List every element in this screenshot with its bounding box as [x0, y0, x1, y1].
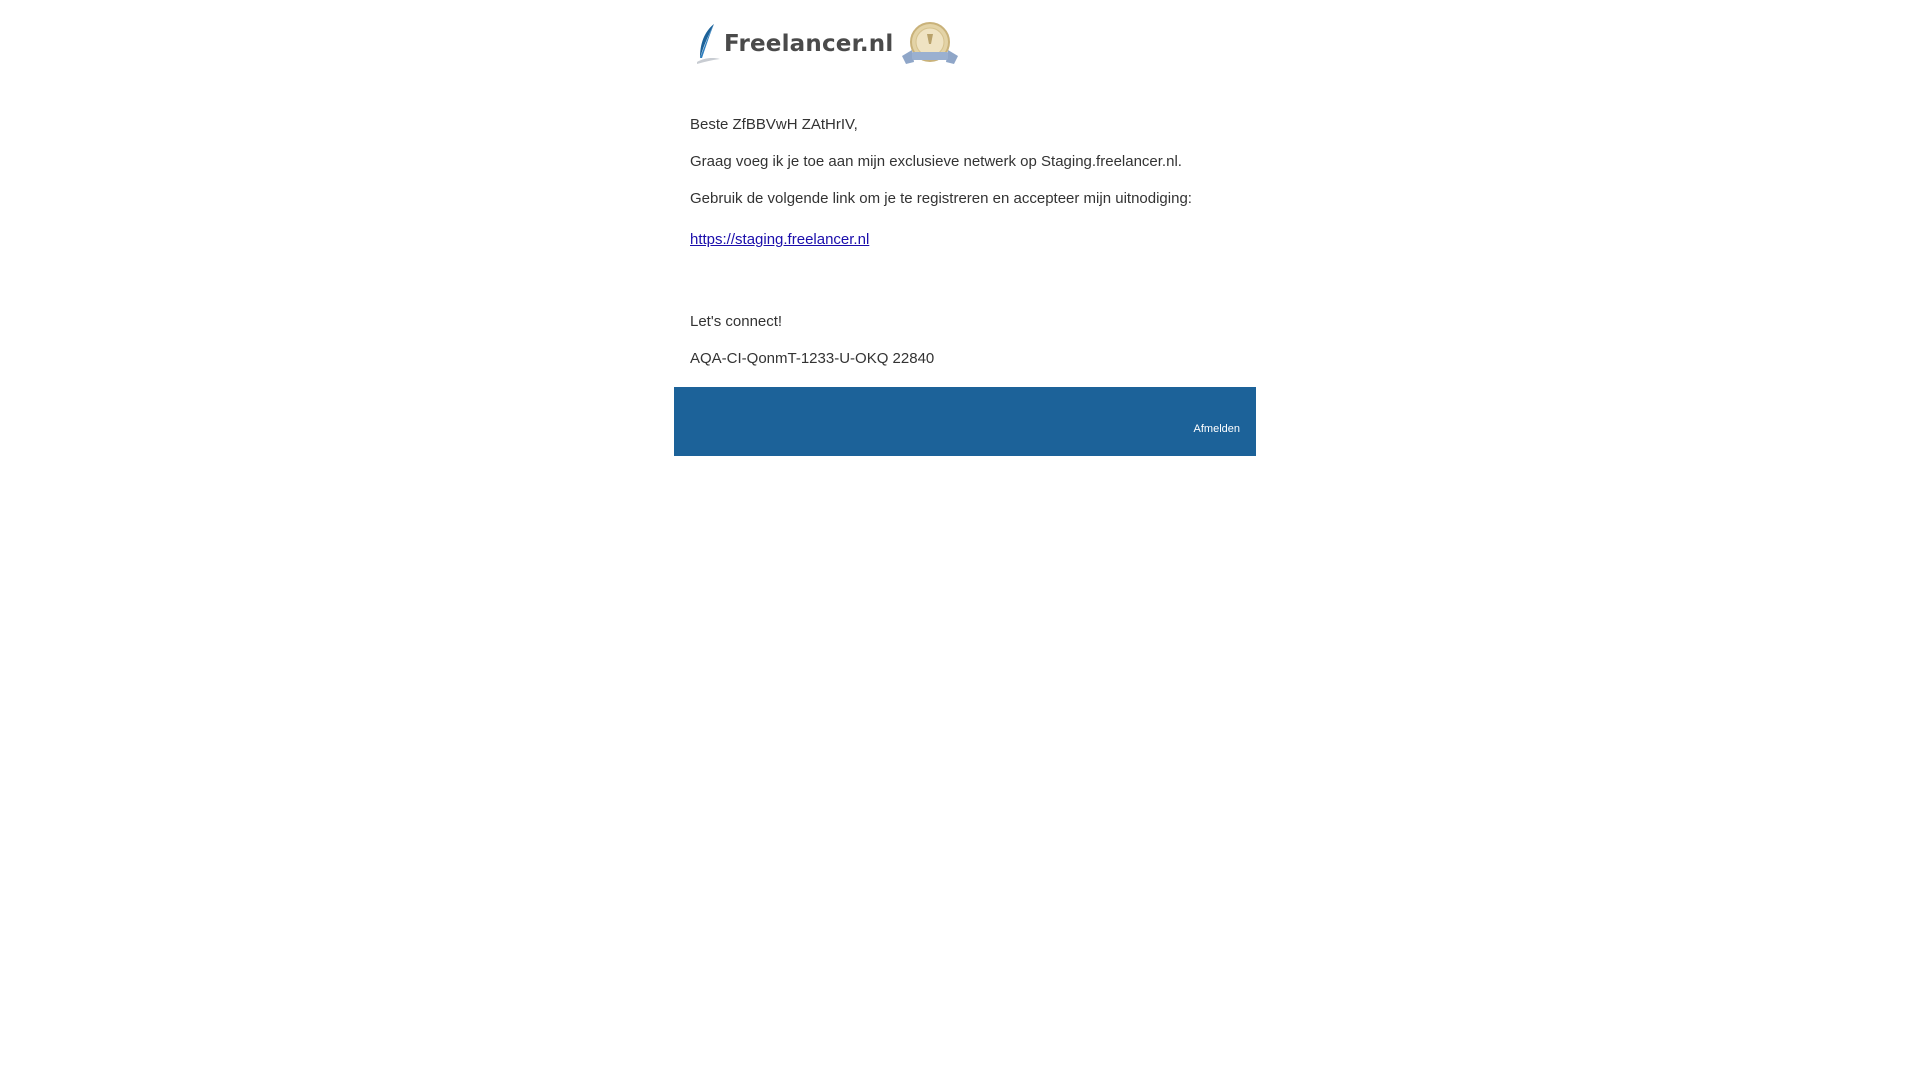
greeting-text: Beste ZfBBVwH ZAtHrIV, [690, 116, 858, 133]
freelancer-logo[interactable]: Freelancer.nl [694, 22, 893, 66]
instruction-text: Gebruik de volgende link om je te regist… [690, 190, 1192, 207]
email-header: Freelancer.nl [674, 0, 1256, 88]
quill-icon [697, 24, 720, 64]
email-footer: Afmelden [674, 387, 1256, 456]
closing-text: Let's connect! [690, 313, 783, 330]
logo-wordmark: Freelancer.nl [724, 31, 894, 57]
signature-text: AQA-CI-QonmT-1233-U-OKQ 22840 [690, 350, 935, 367]
email-container: Freelancer.nl Beste ZfBBVwH ZAtHrIV, Gra… [674, 0, 1256, 456]
invitation-text: Graag voeg ik je toe aan mijn exclusieve… [690, 153, 1182, 170]
email-body: Beste ZfBBVwH ZAtHrIV, Graag voeg ik je … [674, 88, 1256, 368]
registration-link[interactable]: https://staging.freelancer.nl [690, 231, 869, 249]
award-badge-icon [902, 22, 958, 64]
unsubscribe-link[interactable]: Afmelden [1194, 423, 1240, 435]
